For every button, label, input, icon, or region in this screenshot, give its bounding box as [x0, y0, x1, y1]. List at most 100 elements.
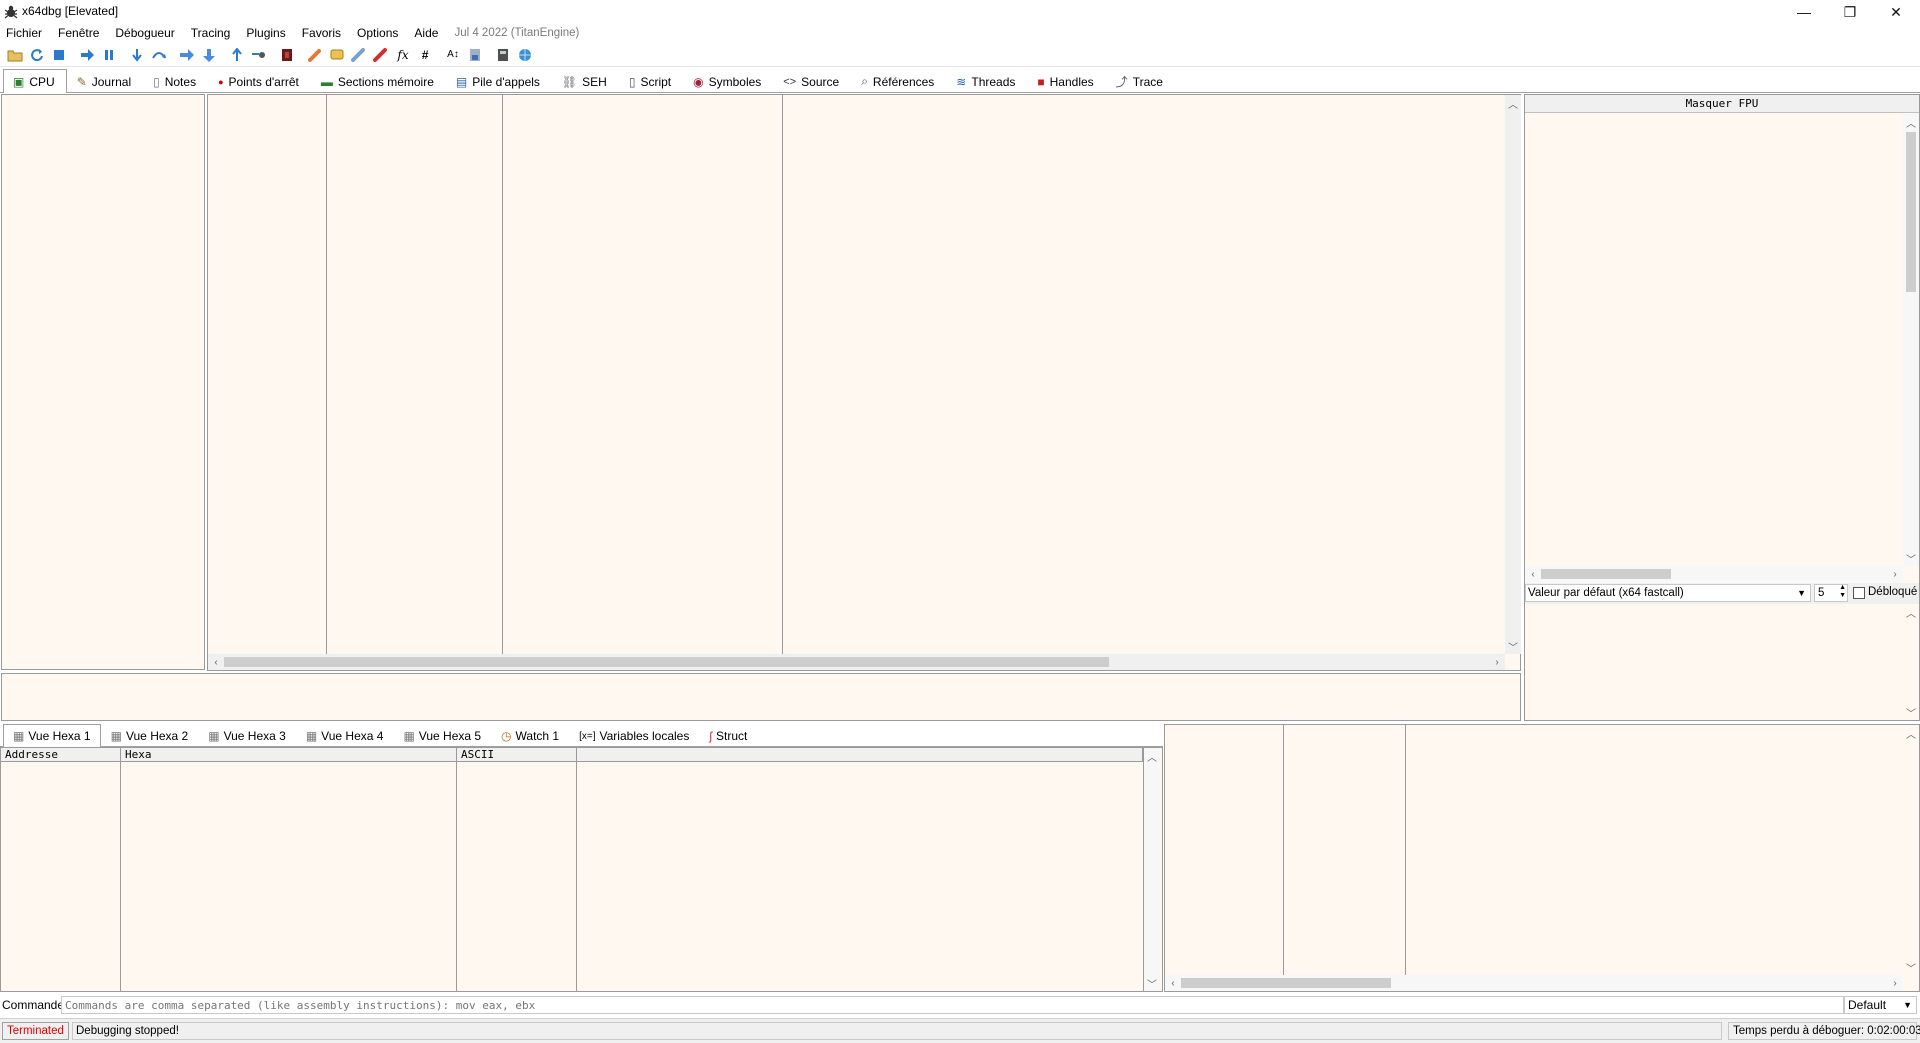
tab-cpu[interactable]: ▣ CPU — [3, 69, 67, 93]
tab-dump-1[interactable]: ▦ Vue Hexa 1 — [3, 724, 101, 747]
tab-dump-4[interactable]: ▦ Vue Hexa 4 — [296, 725, 394, 746]
registers-horizontal-scrollbar[interactable]: ‹ › — [1525, 566, 1903, 582]
menu-fichier[interactable]: Fichier — [6, 26, 42, 40]
tab-locals[interactable]: [x=] Variables locales — [569, 725, 699, 746]
scroll-down-icon[interactable]: ﹀ — [1505, 638, 1521, 654]
scroll-down-icon[interactable]: ﹀ — [1903, 550, 1919, 566]
tab-handles[interactable]: ■ Handles — [1027, 70, 1105, 92]
trace-into-icon[interactable] — [176, 45, 198, 65]
menu-fenetre[interactable]: Fenêtre — [58, 26, 99, 40]
branch-graph-pane[interactable] — [1, 94, 205, 670]
labels-icon[interactable] — [348, 45, 370, 65]
menu-favoris[interactable]: Favoris — [302, 26, 341, 40]
registers-vertical-scrollbar[interactable]: ︿ ﹀ — [1903, 114, 1919, 566]
scroll-thumb[interactable] — [224, 657, 1109, 667]
run-to-user-code-icon[interactable] — [248, 45, 270, 65]
registers-view[interactable] — [1525, 114, 1903, 566]
command-input[interactable] — [61, 996, 1844, 1014]
variables-icon[interactable] — [464, 45, 486, 65]
column-header-hex[interactable]: Hexa — [121, 748, 457, 762]
stack-vertical-scrollbar[interactable]: ︿ ﹀ — [1903, 725, 1919, 975]
restore-button[interactable]: ❐ — [1827, 0, 1873, 24]
trace-over-icon[interactable] — [198, 45, 220, 65]
scroll-down-icon[interactable]: ﹀ — [1144, 975, 1160, 991]
close-process-icon[interactable] — [48, 45, 70, 65]
tab-seh[interactable]: ⛓ SEH — [552, 70, 619, 92]
tab-source[interactable]: <> Source — [773, 70, 851, 92]
bookmarks-icon[interactable] — [370, 45, 392, 65]
scroll-right-icon[interactable]: › — [1489, 654, 1505, 670]
column-header-address[interactable]: Addresse — [1, 748, 121, 762]
font-size-icon[interactable]: A↕ — [442, 45, 464, 65]
column-header-extra[interactable] — [577, 748, 1143, 762]
arguments-vertical-scrollbar[interactable]: ︿ ﹀ — [1903, 604, 1919, 720]
scroll-thumb[interactable] — [1906, 132, 1916, 292]
disasm-vertical-scrollbar[interactable]: ︿ ﹀ — [1505, 95, 1521, 654]
calculator-icon[interactable] — [492, 45, 514, 65]
scroll-left-icon[interactable]: ‹ — [1525, 566, 1541, 582]
arguments-view[interactable] — [1525, 604, 1919, 720]
patch-icon[interactable] — [304, 45, 326, 65]
tab-struct[interactable]: ʃ Struct — [699, 725, 757, 746]
stack-pane[interactable] — [1164, 724, 1920, 992]
dump-vertical-scrollbar[interactable]: ︿ ﹀ — [1144, 748, 1160, 991]
open-icon[interactable] — [4, 45, 26, 65]
tab-references[interactable]: ⌕ Références — [851, 70, 946, 92]
help-globe-icon[interactable] — [514, 45, 536, 65]
scroll-thumb[interactable] — [1541, 569, 1671, 579]
tab-journal[interactable]: ✎ Journal — [67, 70, 143, 92]
scroll-up-icon[interactable]: ︿ — [1903, 114, 1919, 130]
scroll-up-icon[interactable]: ︿ — [1903, 604, 1919, 620]
tab-notes[interactable]: ▯ Notes — [143, 70, 208, 92]
calling-convention-select[interactable]: Valeur par défaut (x64 fastcall) ▼ — [1525, 584, 1811, 602]
hex-dump-pane[interactable] — [0, 747, 1163, 992]
tab-trace[interactable]: ⤴ Trace — [1106, 70, 1175, 92]
tab-dump-5[interactable]: ▦ Vue Hexa 5 — [393, 725, 491, 746]
menu-tracing[interactable]: Tracing — [191, 26, 231, 40]
menu-debogueur[interactable]: Débogueur — [115, 26, 174, 40]
hide-fpu-button[interactable]: Masquer FPU — [1525, 95, 1919, 113]
scroll-right-icon[interactable]: › — [1887, 566, 1903, 582]
scroll-up-icon[interactable]: ︿ — [1505, 95, 1521, 111]
disassembly-pane[interactable] — [207, 94, 1521, 671]
minimize-button[interactable]: — — [1781, 0, 1827, 24]
scroll-right-icon[interactable]: › — [1887, 975, 1903, 991]
tab-call-stack[interactable]: ▤ Pile d'appels — [446, 70, 552, 92]
tab-symbols[interactable]: ◉ Symboles — [683, 70, 773, 92]
tab-memory-map[interactable]: ▬ Sections mémoire — [311, 70, 446, 92]
step-into-icon[interactable] — [126, 45, 148, 65]
close-button[interactable]: ✕ — [1873, 0, 1919, 24]
scroll-up-icon[interactable]: ︿ — [1903, 725, 1919, 741]
run-icon[interactable] — [76, 45, 98, 65]
column-header-ascii[interactable]: ASCII — [457, 748, 577, 762]
stack-horizontal-scrollbar[interactable]: ‹ › — [1165, 975, 1903, 991]
scroll-left-icon[interactable]: ‹ — [208, 654, 224, 670]
argument-count-spinbox[interactable]: 5 ▲ ▼ — [1814, 584, 1848, 602]
scroll-down-icon[interactable]: ﹀ — [1903, 959, 1919, 975]
scroll-down-icon[interactable]: ﹀ — [1903, 704, 1919, 720]
scylla-icon[interactable] — [276, 45, 298, 65]
hash-icon[interactable]: # — [414, 45, 436, 65]
scroll-thumb[interactable] — [1181, 978, 1391, 988]
comments-icon[interactable] — [326, 45, 348, 65]
menu-options[interactable]: Options — [357, 26, 398, 40]
menu-aide[interactable]: Aide — [414, 26, 438, 40]
scroll-left-icon[interactable]: ‹ — [1165, 975, 1181, 991]
tab-script[interactable]: ▯ Script — [619, 70, 683, 92]
spin-arrows-icon[interactable]: ▲ ▼ — [1839, 584, 1846, 600]
functions-icon[interactable]: fx — [392, 45, 414, 65]
tab-threads[interactable]: ≋ Threads — [946, 70, 1027, 92]
execute-till-return-icon[interactable] — [226, 45, 248, 65]
info-pane[interactable] — [1, 673, 1521, 721]
tab-dump-3[interactable]: ▦ Vue Hexa 3 — [198, 725, 296, 746]
command-mode-select[interactable]: Default ▼ — [1844, 996, 1917, 1014]
tab-breakpoints[interactable]: ● Points d'arrêt — [208, 70, 311, 92]
tab-dump-2[interactable]: ▦ Vue Hexa 2 — [101, 725, 199, 746]
scroll-up-icon[interactable]: ︿ — [1144, 748, 1160, 764]
unlocked-checkbox[interactable] — [1853, 587, 1865, 599]
tab-watch-1[interactable]: ◷ Watch 1 — [491, 725, 569, 746]
disasm-horizontal-scrollbar[interactable]: ‹ › — [208, 654, 1505, 670]
pause-icon[interactable] — [98, 45, 120, 65]
step-over-icon[interactable] — [148, 45, 170, 65]
restart-icon[interactable] — [26, 45, 48, 65]
